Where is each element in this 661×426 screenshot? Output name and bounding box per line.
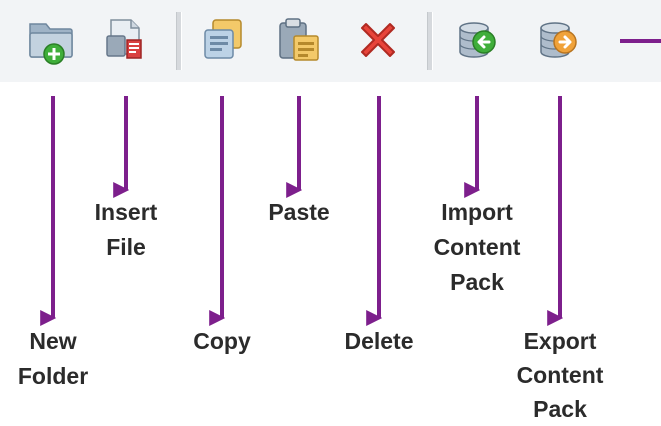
import-content-pack-label: Import Content Pack <box>417 195 537 300</box>
label-line: Paste <box>268 199 330 225</box>
paste-label: Paste <box>249 195 349 230</box>
delete-label: Delete <box>324 324 434 359</box>
insert-file-button[interactable] <box>101 14 153 66</box>
export-content-pack-button[interactable] <box>533 14 585 66</box>
copy-button[interactable] <box>197 14 249 66</box>
delete-button[interactable] <box>352 14 404 66</box>
new-folder-button[interactable] <box>26 14 78 66</box>
import-content-pack-button[interactable] <box>452 14 504 66</box>
label-line: Pack <box>533 396 587 422</box>
toolbar-separator <box>427 12 433 70</box>
label-line: Export <box>523 328 597 354</box>
paste-button[interactable] <box>272 14 324 66</box>
label-line: Folder <box>17 363 89 389</box>
label-line: File <box>106 234 146 260</box>
toolbar <box>0 0 661 82</box>
new-folder-label: New Folder <box>8 324 98 394</box>
insert-file-label: Insert File <box>76 195 176 265</box>
label-line: Import <box>441 199 513 225</box>
toolbar-separator <box>176 12 182 70</box>
copy-label: Copy <box>172 324 272 359</box>
new-folder-icon <box>29 23 73 65</box>
delete-icon <box>361 23 395 57</box>
copy-icon <box>204 19 242 59</box>
label-line: Copy <box>193 328 251 354</box>
paste-icon <box>279 18 319 61</box>
label-line: Content <box>516 362 604 388</box>
export-content-pack-icon <box>540 22 577 58</box>
label-line: New <box>29 328 77 354</box>
import-content-pack-icon <box>459 22 496 58</box>
label-line: Insert <box>94 199 158 225</box>
label-line: Delete <box>344 328 414 354</box>
export-content-pack-label: Export Content Pack <box>500 324 620 426</box>
label-line: Pack <box>450 269 504 295</box>
insert-file-icon <box>106 19 142 59</box>
toolbar-overflow-line <box>620 39 661 43</box>
label-line: Content <box>433 234 521 260</box>
